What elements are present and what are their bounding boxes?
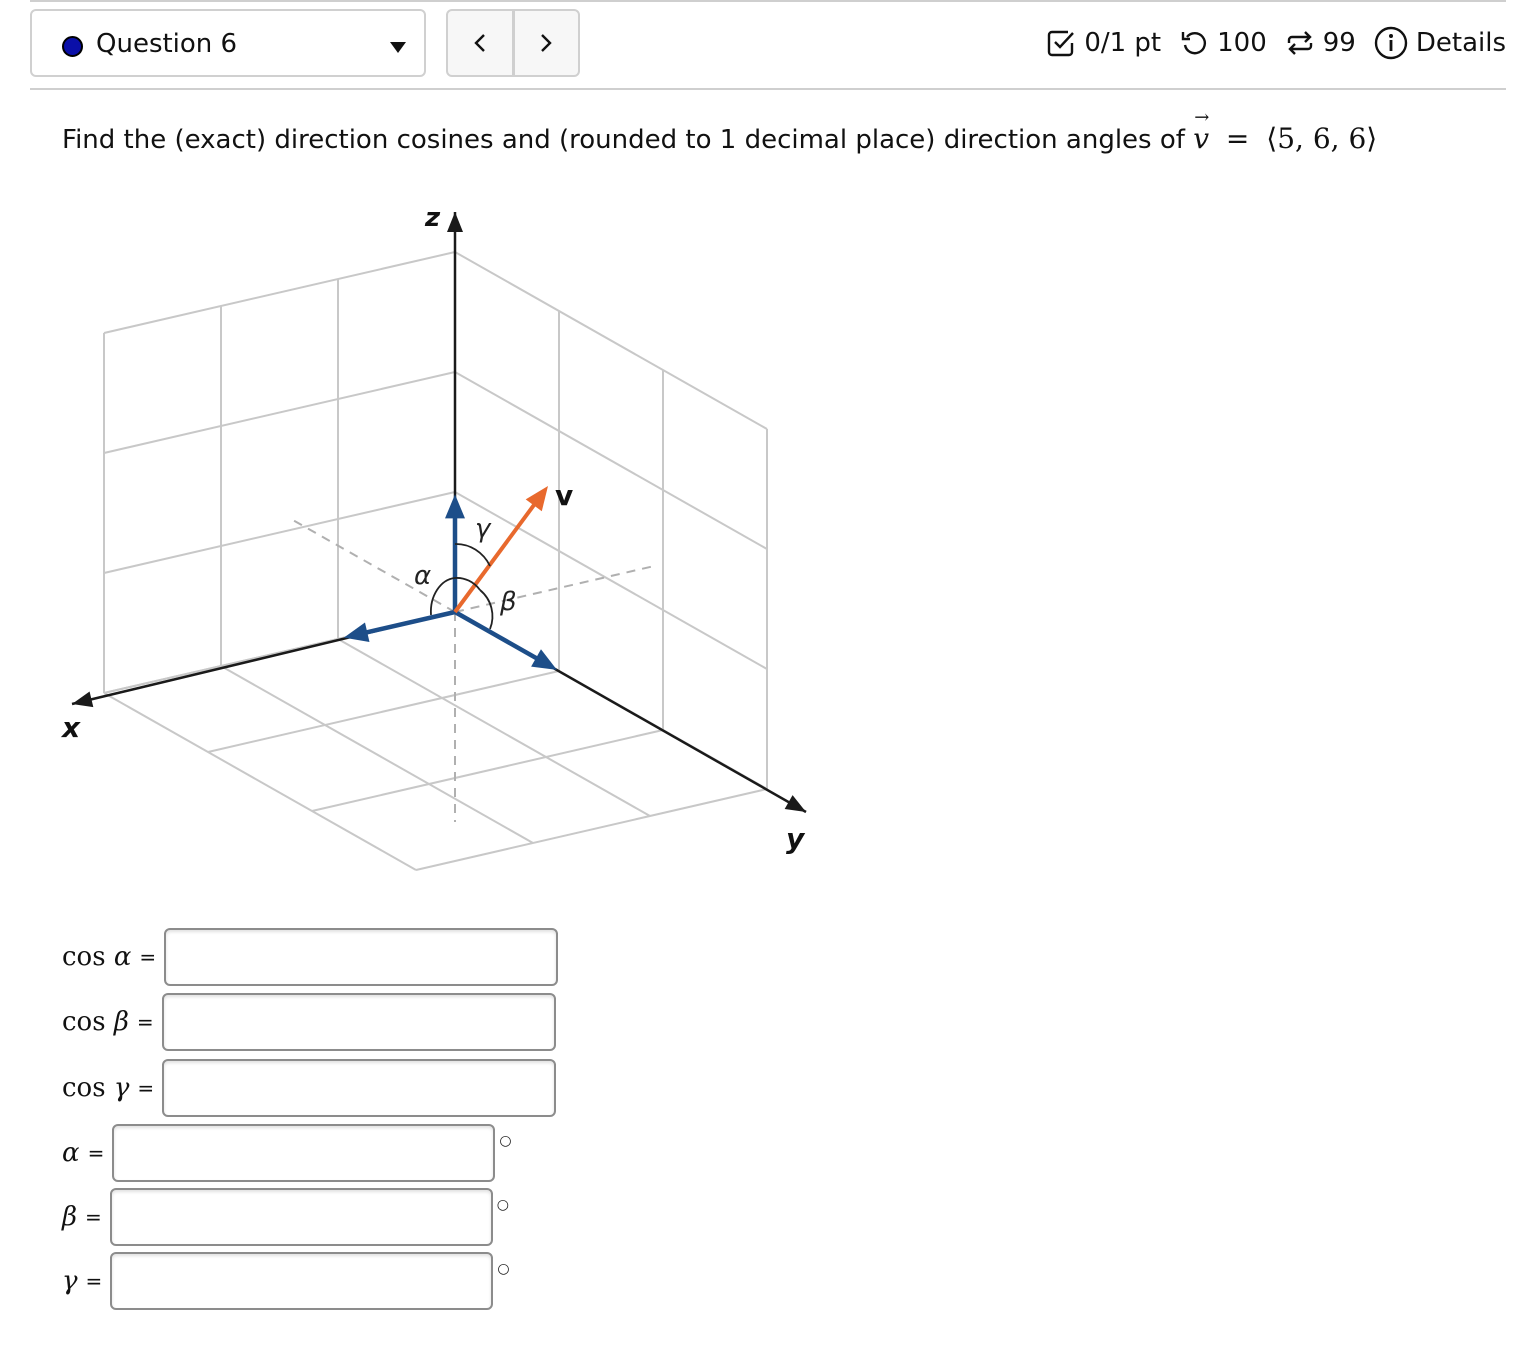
next-question-button[interactable] <box>511 11 579 75</box>
vector-v-label: v <box>555 479 573 512</box>
gamma-input[interactable] <box>110 1252 494 1310</box>
question-select-label: Question 6 <box>96 29 238 59</box>
question-nav <box>446 9 580 77</box>
caret-down-icon <box>390 42 406 53</box>
equals-sign: = <box>85 1269 103 1293</box>
score-text: 0/1 pt <box>1084 28 1162 58</box>
unit-vector-j-shaft <box>453 610 545 664</box>
projection-dashes <box>288 516 655 822</box>
beta-symbol: β <box>62 1202 78 1232</box>
cos-beta-input[interactable] <box>161 993 556 1051</box>
direction-angles-diagram: z x y v γ α β <box>60 203 807 871</box>
repeat-icon <box>1287 31 1312 55</box>
grid-planes <box>103 251 768 871</box>
question-select[interactable]: Question 6 <box>30 9 426 77</box>
degree-unit: ○ <box>496 1197 510 1213</box>
z-axis-label: z <box>424 203 441 233</box>
unit-vector-k-arrowhead <box>445 494 465 519</box>
cos-label: cos <box>62 1073 106 1103</box>
answer-row-alpha: α = ○ <box>62 1123 512 1183</box>
equals-sign: = <box>136 1010 154 1034</box>
vector-equals: = <box>1225 122 1250 155</box>
x-axis-arrowhead <box>72 691 94 708</box>
gamma-symbol: γ <box>62 1266 78 1296</box>
vector-v-arrowhead <box>525 486 548 512</box>
question-status-bar: 0/1 pt 100 99 Details <box>1046 21 1506 65</box>
question-header: Question 6 0/1 pt 100 99 Details <box>30 9 1506 81</box>
question-text: Find the (exact) direction cosines and (… <box>62 125 1185 155</box>
gamma-angle-label: γ <box>475 514 492 544</box>
answer-row-gamma: γ = ○ <box>62 1251 510 1311</box>
details-button[interactable]: Details <box>1374 26 1506 60</box>
yz-wall-grid-line <box>454 491 768 670</box>
attempts-count: 99 <box>1322 28 1356 58</box>
equals-sign: = <box>85 1205 102 1229</box>
vector-expression: v = ⟨5, 6, 6⟩ <box>1193 107 1378 155</box>
equals-sign: = <box>87 1141 105 1165</box>
equals-sign: = <box>139 945 157 969</box>
xz-wall-grid-line <box>103 491 456 574</box>
gamma-angle-arc <box>454 543 491 567</box>
xz-wall-grid-line <box>103 251 456 334</box>
yz-wall-grid-line <box>454 251 768 430</box>
retry-icon <box>1181 32 1207 55</box>
chevron-left-icon <box>474 34 485 52</box>
xz-wall-grid-line <box>103 371 456 454</box>
gamma-symbol: γ <box>113 1073 130 1103</box>
answer-row-cos-alpha: cos α = <box>62 927 559 987</box>
y-axis-label: y <box>786 822 806 855</box>
degree-unit: ○ <box>497 1261 510 1277</box>
beta-input[interactable] <box>109 1188 493 1246</box>
checkbox-icon <box>1048 30 1075 57</box>
alpha-symbol: α <box>62 1138 80 1168</box>
vectors <box>343 486 557 670</box>
score-indicator: 0/1 pt <box>1046 28 1161 58</box>
alpha-input[interactable] <box>112 1124 496 1182</box>
cos-label: cos <box>62 942 106 972</box>
cos-gamma-input[interactable] <box>162 1059 557 1117</box>
unit-vector-i-shaft <box>358 609 456 637</box>
vector-components: ⟨5, 6, 6⟩ <box>1266 122 1378 155</box>
question-status-dot <box>62 36 83 57</box>
retries-count: 100 <box>1217 28 1267 58</box>
retries-indicator: 100 <box>1179 28 1267 58</box>
top-divider <box>30 0 1506 2</box>
answer-row-cos-beta: cos β = <box>62 992 556 1052</box>
coordinate-axes <box>71 212 807 814</box>
x-axis-label: x <box>60 711 81 744</box>
beta-angle-arc <box>479 589 494 630</box>
question-prompt: Find the (exact) direction cosines and (… <box>62 107 1378 155</box>
y-axis-arrowhead <box>784 795 806 812</box>
cos-label: cos <box>62 1007 106 1037</box>
floor-grid-line <box>207 670 560 753</box>
details-label: Details <box>1415 28 1506 58</box>
answer-row-beta: β = ○ <box>62 1187 509 1247</box>
chevron-right-icon <box>541 34 552 52</box>
yz-wall-grid-line <box>454 371 768 550</box>
floor-grid-line <box>337 638 651 817</box>
alpha-symbol: α <box>113 942 132 972</box>
info-icon <box>1374 26 1408 60</box>
beta-angle-label: β <box>499 587 517 617</box>
floor-grid-line <box>103 692 417 871</box>
previous-question-button[interactable] <box>448 11 512 75</box>
vector-symbol: v <box>1193 107 1209 155</box>
alpha-angle-label: α <box>414 561 431 591</box>
floor-grid-line <box>220 665 534 844</box>
attempts-indicator: 99 <box>1285 28 1356 58</box>
header-divider <box>30 88 1506 90</box>
beta-symbol: β <box>113 1007 129 1037</box>
equals-sign: = <box>137 1076 155 1100</box>
z-axis-arrowhead <box>447 212 463 232</box>
degree-unit: ○ <box>499 1133 512 1149</box>
cos-alpha-input[interactable] <box>164 928 559 986</box>
floor-grid-line <box>311 729 664 812</box>
floor-grid-line <box>415 788 768 871</box>
answer-row-cos-gamma: cos γ = <box>62 1058 557 1118</box>
unit-vector-i-arrowhead <box>343 622 370 642</box>
